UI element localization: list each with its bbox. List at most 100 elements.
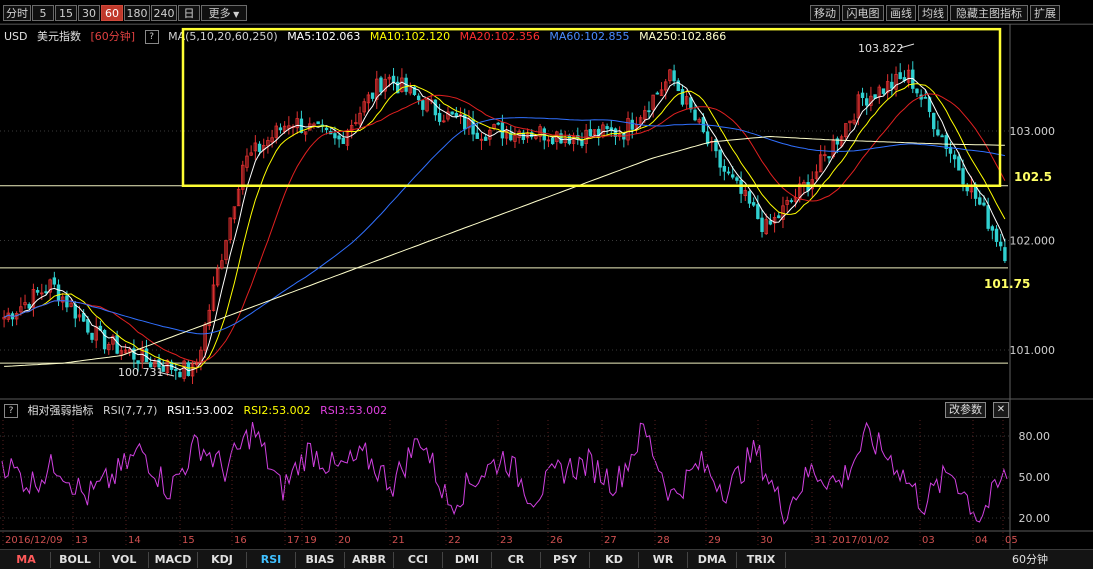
candle-body <box>370 92 375 99</box>
ma60-line <box>3 117 1006 335</box>
candle-body <box>475 132 479 139</box>
candle-body <box>278 127 283 131</box>
price-tick-label: 102.000 <box>1010 235 1056 248</box>
level-upper-label: 102.5 <box>1014 170 1052 184</box>
candle-body <box>52 277 57 285</box>
candle-body <box>756 204 760 220</box>
candle-body <box>789 200 794 202</box>
candle-body <box>865 98 869 106</box>
indicator-tab-macd[interactable]: MACD <box>149 552 198 568</box>
indicator-tab-rsi[interactable]: RSI <box>247 552 296 568</box>
candle-body <box>705 131 710 145</box>
candle-body <box>1003 247 1007 262</box>
date-tick-label: 15 <box>182 535 195 546</box>
indicator-tab-kd[interactable]: KD <box>590 552 639 568</box>
date-tick-label: 17 <box>287 535 300 546</box>
candle-body <box>35 290 40 293</box>
date-tick-label: 20 <box>338 535 351 546</box>
candle-body <box>693 109 697 121</box>
candle-body <box>994 228 999 242</box>
candle-body <box>450 111 454 115</box>
rsi2-value: RSI2:53.002 <box>243 404 311 417</box>
candle-body <box>136 360 140 364</box>
candle-body <box>86 319 90 333</box>
high-price-label: 103.822 <box>858 42 904 55</box>
indicator-tab-dmi[interactable]: DMI <box>443 552 492 568</box>
date-tick-label: 27 <box>604 535 617 546</box>
candle-body <box>44 291 48 294</box>
indicator-tab-wr[interactable]: WR <box>639 552 688 568</box>
rsi-tick-label: 50.00 <box>1019 471 1051 484</box>
candle-body <box>751 202 756 206</box>
date-tick-label: 29 <box>708 535 721 546</box>
indicator-tab-kdj[interactable]: KDJ <box>198 552 247 568</box>
chart-canvas: 103.822 100.731 102.5 101.75 103.000 102.000… <box>0 23 1093 549</box>
candle-body <box>982 202 986 206</box>
candle-body <box>915 88 919 94</box>
ma250-line <box>4 135 1005 367</box>
candle-body <box>726 171 731 174</box>
candle-body <box>680 89 685 105</box>
indicator-tab-boll[interactable]: BOLL <box>51 552 100 568</box>
indicator-tab-cr[interactable]: CR <box>492 552 541 568</box>
indicator-tab-bias[interactable]: BIAS <box>296 552 345 568</box>
date-tick-label: 19 <box>304 535 317 546</box>
candle-body <box>144 348 149 363</box>
indicator-tabs: MA BOLL VOL MACD KDJ RSI BIAS ARBR CCI DMI CR PSY KD… <box>0 549 1093 569</box>
close-indicator-button[interactable]: ✕ <box>993 402 1009 418</box>
rsi-tick-label: 20.00 <box>1019 512 1051 525</box>
candle-body <box>433 99 438 116</box>
date-tick-label: 26 <box>550 535 563 546</box>
candle-body <box>115 335 119 354</box>
candle-body <box>337 135 341 140</box>
rsi3-value: RSI3:53.002 <box>320 404 388 417</box>
candle-body <box>186 362 191 376</box>
candle-body <box>957 156 961 171</box>
indicator-tab-cci[interactable]: CCI <box>394 552 443 568</box>
candle-body <box>379 77 383 93</box>
candle-body <box>56 284 61 301</box>
candle-body <box>689 97 693 110</box>
rsi-help-icon[interactable]: ? <box>4 404 18 418</box>
candle-body <box>881 88 886 94</box>
candle-body <box>768 220 773 225</box>
date-tick-label: 2016/12/09 <box>5 535 63 546</box>
candle-body <box>102 330 107 350</box>
candle-body <box>940 135 944 138</box>
candle-body <box>760 217 764 232</box>
candle-body <box>961 168 965 185</box>
candle-body <box>316 121 320 125</box>
rsi-line <box>1 421 1008 525</box>
indicator-tab-ma[interactable]: MA <box>2 552 51 568</box>
indicator-tab-trix[interactable]: TRIX <box>737 552 786 568</box>
candle-body <box>890 81 894 89</box>
candle-body <box>27 304 31 309</box>
date-tick-label: 04 <box>975 535 988 546</box>
candle-body <box>936 129 940 136</box>
indicator-tab-psy[interactable]: PSY <box>541 552 590 568</box>
candle-body <box>324 127 329 131</box>
close-icon: ✕ <box>996 404 1006 415</box>
indicator-tab-dma[interactable]: DMA <box>688 552 737 568</box>
date-tick-label: 16 <box>234 535 247 546</box>
candle-body <box>341 137 345 145</box>
date-tick-label: 28 <box>657 535 670 546</box>
rsi1-value: RSI1:53.002 <box>166 404 235 417</box>
candle-body <box>588 129 593 137</box>
candle-body <box>605 126 609 130</box>
candle-body <box>333 133 337 139</box>
candle-body <box>550 137 555 145</box>
rsi-name: 相对强弱指标 <box>27 404 94 417</box>
candle-body <box>990 226 995 231</box>
indicator-tab-vol[interactable]: VOL <box>100 552 149 568</box>
candle-body <box>257 143 262 152</box>
indicator-tab-arbr[interactable]: ARBR <box>345 552 394 568</box>
edit-params-button[interactable]: 改参数 <box>945 402 986 418</box>
candle-body <box>496 122 500 125</box>
candle-body <box>777 215 781 219</box>
candle-body <box>630 119 634 130</box>
candle-body <box>898 72 902 80</box>
candle-body <box>718 149 722 168</box>
price-tick-label: 101.000 <box>1010 344 1056 357</box>
candle-body <box>483 136 488 141</box>
